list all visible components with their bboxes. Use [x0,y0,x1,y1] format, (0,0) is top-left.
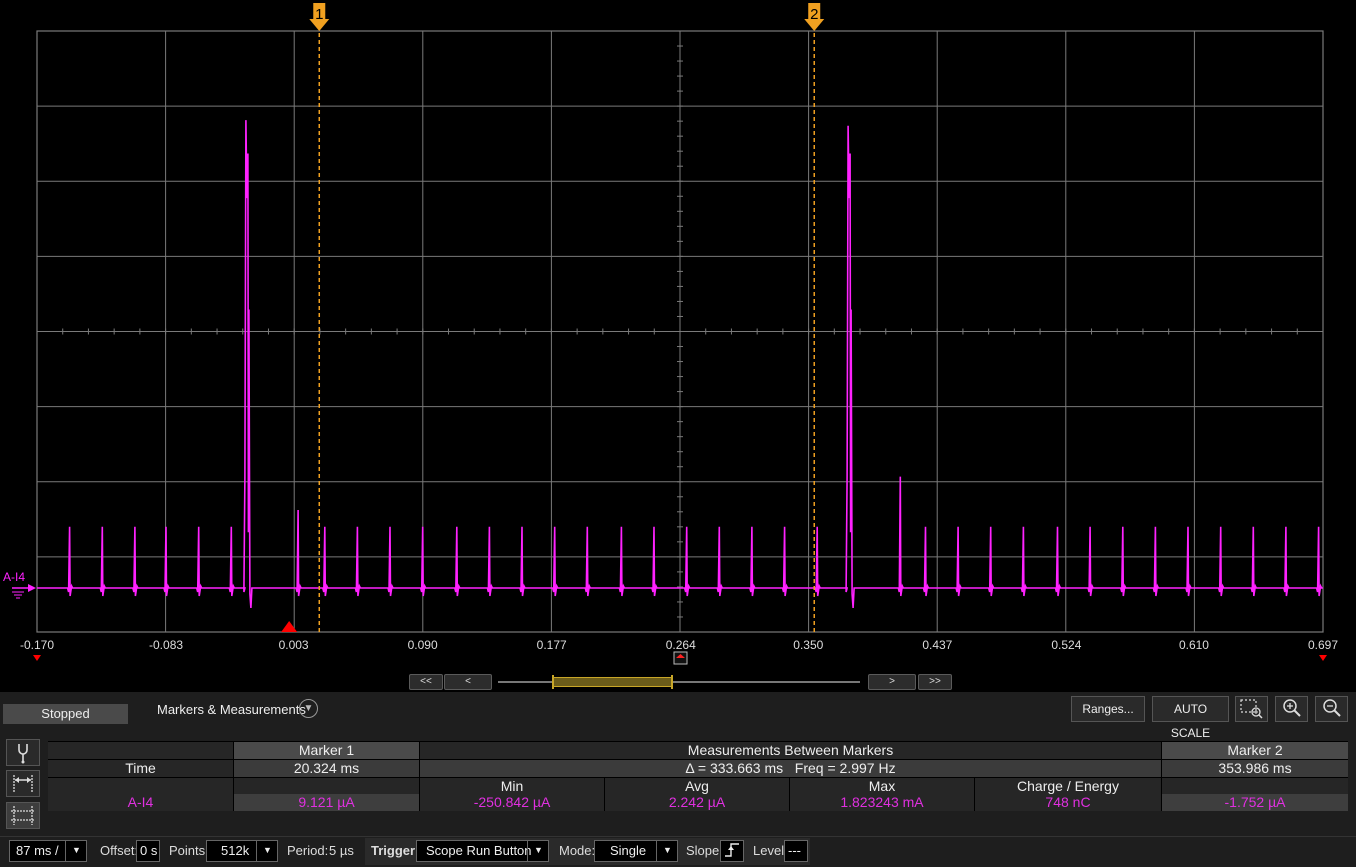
col-avg: Avg [605,778,789,795]
mode-value: Single [610,843,647,858]
points-dropdown[interactable]: ▼ [256,840,278,862]
between-header: Measurements Between Markers [420,742,1161,759]
between-delta-freq: Δ = 333.663 ms Freq = 2.997 Hz [420,760,1161,777]
level-label: Level: [753,843,788,858]
trigger-source-value: Scope Run Button [426,843,532,858]
probe-settings-button[interactable] [6,739,40,766]
time-row-label: Time [48,760,233,777]
x-tick-label: 0.610 [1179,638,1209,652]
status-badge: Stopped [3,704,128,724]
x-tick-label: 0.524 [1051,638,1081,652]
scope-plot[interactable]: -0.170 -0.083 0.003 0.090 0.177 0.264 0.350 0.4… [0,0,1356,668]
chevron-down-icon: ▼ [263,845,272,855]
marker2-header: Marker 2 [1162,742,1348,759]
slope-button[interactable] [720,840,744,862]
zoom-in-button[interactable] [1275,696,1308,722]
level-field[interactable]: --- [784,840,808,862]
slope-label: Slope: [686,843,723,858]
marker1-header: Marker 1 [234,742,419,759]
col-header-blank-m1 [234,778,419,795]
avg-value: 2.242 µA [605,794,789,811]
x-tick-label: 0.090 [408,638,438,652]
zoom-box-button[interactable] [1235,696,1268,722]
measurement-table: Marker 1 Measurements Between Markers Ma… [48,741,1348,811]
channel-row-label: A-I4 [48,794,233,811]
panel-title: Markers & Measurements [157,702,306,717]
zoom-in-icon [1282,699,1301,717]
charge-value: 748 nC [975,794,1161,811]
nav-next-button[interactable]: > [868,674,916,690]
panel-collapse-button[interactable]: ▼ [299,699,318,718]
ranges-button[interactable]: Ranges... [1071,696,1145,722]
x-tick-label: 0.177 [537,638,567,652]
grid-measure-button[interactable] [6,802,40,829]
chevron-down-icon: ▼ [534,845,543,855]
nav-prev-button[interactable]: < [444,674,492,690]
x-tick-label: 0.437 [922,638,952,652]
mode-label: Mode: [559,843,596,858]
x-tick-label: 0.003 [279,638,309,652]
mode-dropdown[interactable]: ▼ [656,840,678,862]
col-header-blank-m2 [1162,778,1348,795]
points-label: Points: [169,843,209,858]
x-tick-label: 0.264 [666,638,696,652]
period-label: Period: [287,843,329,858]
chevron-down-icon: ▼ [72,845,81,855]
trigger-source-dropdown[interactable]: ▼ [527,840,549,862]
timebase-value: 87 ms / [16,843,59,858]
trigger-label: Trigger [371,843,416,858]
table-header-blank [48,742,233,759]
timeline-scroll-strip [0,668,1356,692]
grid-measure-icon [11,806,35,825]
col-charge: Charge / Energy [975,778,1161,795]
marker1-time: 20.324 ms [234,760,419,777]
delta-value: Δ = 333.663 ms [685,760,784,776]
chevron-down-icon: ▼ [663,845,672,855]
zoom-out-icon [1322,699,1341,717]
zoom-out-button[interactable] [1315,696,1348,722]
x-tick-label: 0.350 [793,638,823,652]
zoom-box-icon [1239,699,1263,719]
x-tick-label: 0.697 [1308,638,1338,652]
min-value: -250.842 µA [420,794,604,811]
probe-icon [18,744,28,764]
marker-number: 1 [315,6,323,23]
auto-scale-button[interactable]: AUTO SCALE [1152,696,1229,740]
max-value: 1.823243 mA [790,794,974,811]
marker1-value: 9.121 µA [234,794,419,811]
channel-label: A-I4 [3,570,25,584]
rising-edge-icon [725,843,739,857]
nav-last-button[interactable]: >> [918,674,952,690]
svg-text:A-I4: A-I4 [3,570,25,584]
col-max: Max [790,778,974,795]
col-min: Min [420,778,604,795]
marker2-time: 353.986 ms [1162,760,1348,777]
offset-label: Offset: [100,843,139,858]
freq-value: Freq = 2.997 Hz [794,760,896,776]
x-tick-label: -0.170 [20,638,54,652]
chevron-down-icon: ▼ [303,703,314,714]
marker2-value: -1.752 µA [1162,794,1348,811]
col-header-blank [48,778,233,795]
timebase-dropdown[interactable]: ▼ [65,840,87,862]
period-value: 5 µs [329,843,354,858]
points-value: 512k [221,843,250,858]
x-tick-label: -0.083 [149,638,183,652]
timeline-scroll-thumb[interactable] [552,675,673,689]
marker-number: 2 [810,6,818,23]
nav-first-button[interactable]: << [409,674,443,690]
horizontal-measure-button[interactable] [6,770,40,797]
horizontal-measure-icon [13,775,33,793]
offset-field[interactable]: 0 s [136,840,160,862]
